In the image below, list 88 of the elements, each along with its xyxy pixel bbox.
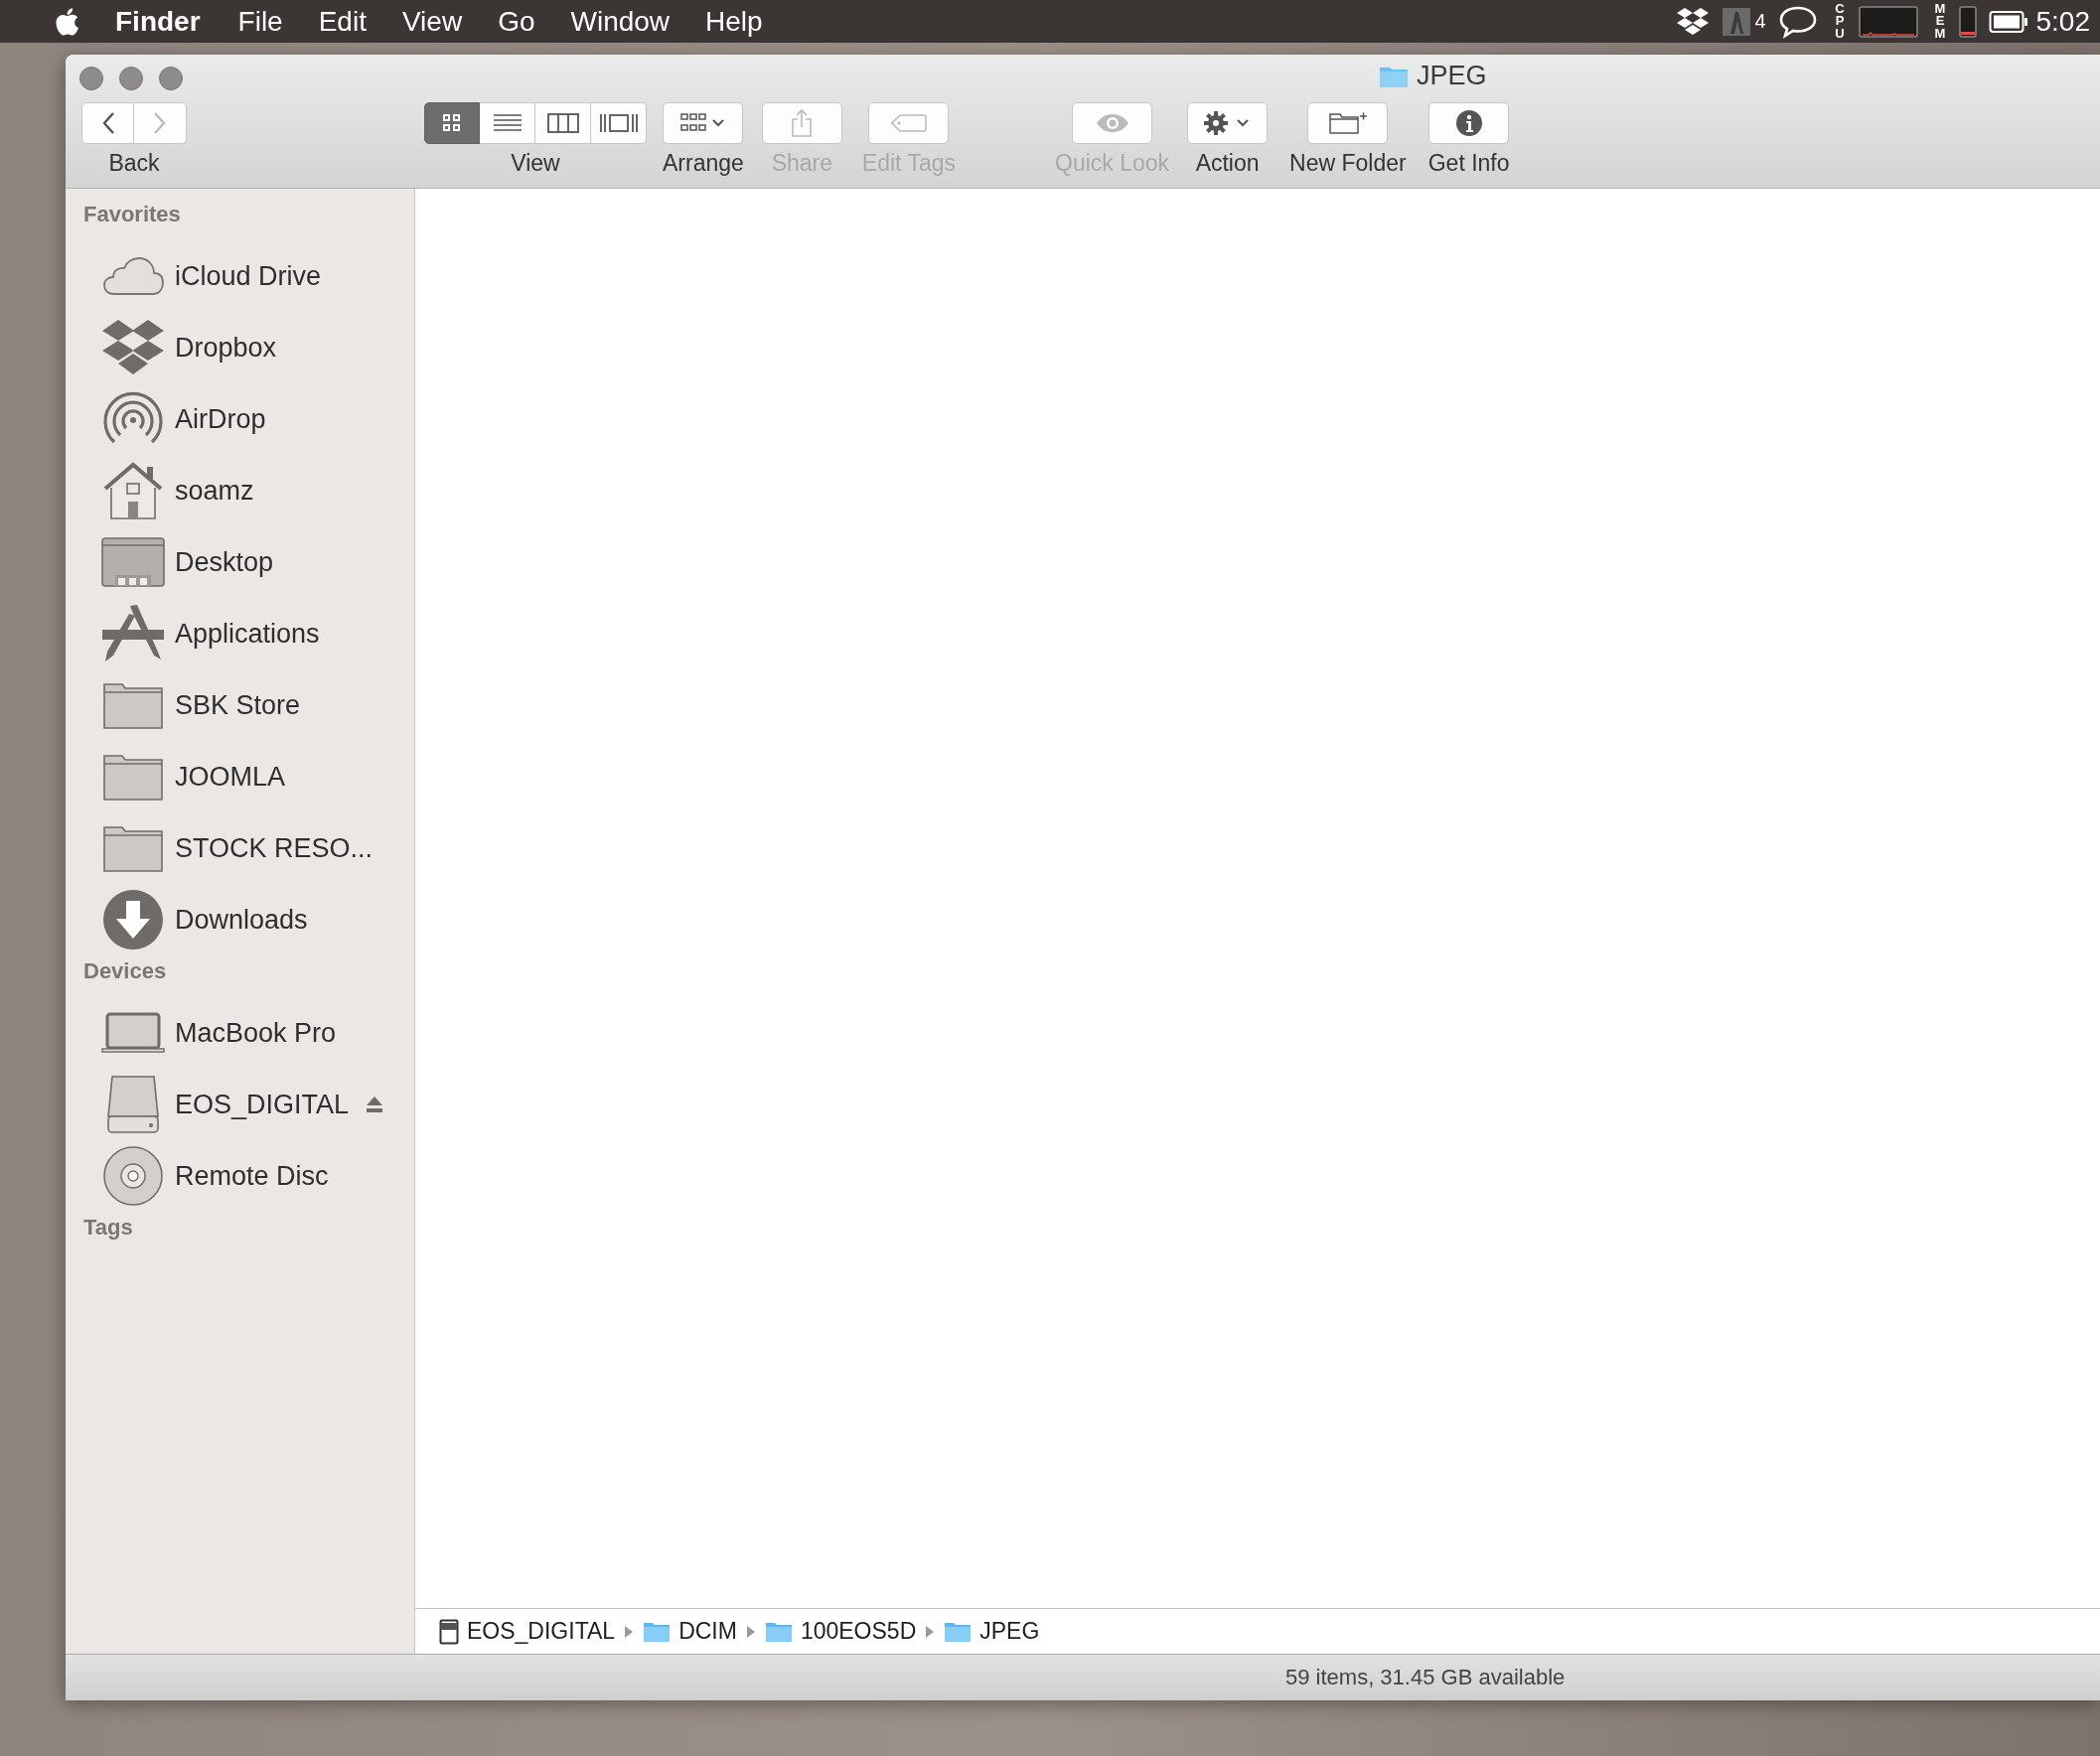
gear-icon <box>1203 110 1252 136</box>
disc-icon <box>102 1145 164 1207</box>
toolbar-button[interactable] <box>663 102 744 144</box>
folder-icon <box>764 1620 793 1643</box>
path-separator-icon <box>625 1625 634 1638</box>
sd-card-icon <box>439 1618 459 1645</box>
cover-flow-icon <box>598 112 639 134</box>
minimize-button[interactable] <box>119 67 143 90</box>
cpu-graph[interactable] <box>1858 5 1918 38</box>
toolbar-label: View <box>511 150 560 177</box>
folder-icon <box>102 824 164 872</box>
sidebar-section-header: Favorites <box>82 201 182 228</box>
toolbar-label: Back <box>108 150 160 177</box>
app-store-icon <box>101 604 165 663</box>
desktop-icon <box>101 537 165 587</box>
view-mode-button[interactable] <box>591 102 647 144</box>
chevron-right-icon <box>153 111 167 135</box>
back-button[interactable] <box>81 102 134 144</box>
path-separator-icon <box>926 1625 935 1638</box>
house-icon <box>102 462 164 519</box>
sidebar-item[interactable]: Desktop <box>175 546 274 578</box>
eye-icon <box>1094 112 1130 134</box>
menu-item[interactable]: File <box>237 5 283 38</box>
menu-item[interactable]: Go <box>498 5 535 38</box>
status-count: 4 <box>1754 10 1766 33</box>
sidebar-item[interactable]: SBK Store <box>175 689 301 721</box>
external-drive-icon <box>104 1075 162 1134</box>
toolbar-label: Arrange <box>663 150 744 177</box>
path-item[interactable]: JPEG <box>979 1618 1040 1645</box>
sidebar-section-header: Tags <box>82 1214 134 1242</box>
window-title: JPEG <box>1417 61 1487 91</box>
folder-icon <box>643 1620 672 1643</box>
download-icon <box>102 889 164 951</box>
view-mode-button[interactable] <box>535 102 591 144</box>
battery-icon[interactable] <box>1988 9 2028 34</box>
sidebar-item[interactable]: STOCK RESO... <box>175 832 374 864</box>
folder-icon <box>944 1620 973 1643</box>
grid-icon <box>442 113 462 133</box>
folder-icon <box>102 753 164 801</box>
menu-item[interactable]: Edit <box>318 5 367 38</box>
menu-item[interactable]: Finder <box>115 5 201 38</box>
menu-item[interactable]: View <box>401 5 463 38</box>
zoom-button[interactable] <box>159 67 183 90</box>
apple-logo-icon[interactable] <box>54 6 79 37</box>
tag-icon <box>890 113 927 133</box>
mem-label: MEM <box>1933 3 1947 40</box>
menu-item[interactable]: Window <box>570 5 671 38</box>
cpu-label: CPU <box>1834 3 1846 40</box>
sidebar-item[interactable]: iCloud Drive <box>175 260 322 292</box>
chevron-left-icon <box>100 111 115 135</box>
speech-bubble-icon[interactable] <box>1777 4 1818 39</box>
folder-icon <box>102 681 164 729</box>
sidebar-item[interactable]: Applications <box>175 618 320 650</box>
eject-icon[interactable] <box>365 1095 384 1114</box>
path-item[interactable]: DCIM <box>678 1618 737 1645</box>
menu-clock[interactable]: 5:02 <box>2035 5 2090 38</box>
close-button[interactable] <box>79 67 103 90</box>
toolbar-label: Action <box>1195 150 1260 177</box>
sidebar-item[interactable]: Dropbox <box>175 332 277 364</box>
sidebar-item[interactable]: Downloads <box>175 904 308 936</box>
memory-meter[interactable] <box>1958 5 1977 38</box>
toolbar-button[interactable] <box>1187 102 1269 144</box>
share-icon <box>791 108 814 138</box>
view-mode-button[interactable] <box>424 102 480 144</box>
sidebar-item[interactable]: EOS_DIGITAL <box>175 1089 350 1120</box>
toolbar-button[interactable] <box>1428 102 1510 144</box>
path-item[interactable]: EOS_DIGITAL <box>467 1618 616 1645</box>
cloud-icon <box>102 256 164 296</box>
menu-item[interactable]: Help <box>705 5 763 38</box>
arrange-grid-icon <box>679 112 726 134</box>
columns-icon <box>546 112 579 134</box>
path-separator-icon <box>746 1625 755 1638</box>
sidebar-item[interactable]: MacBook Pro <box>175 1017 337 1049</box>
sidebar-item[interactable]: Remote Disc <box>175 1160 329 1192</box>
sidebar-item[interactable]: soamz <box>175 475 254 507</box>
info-icon <box>1454 109 1483 137</box>
new-folder-icon <box>1327 110 1368 136</box>
sidebar-item[interactable]: JOOMLA <box>175 761 286 793</box>
status-text: 59 items, 31.45 GB available <box>1285 1665 1566 1690</box>
dropbox-icon <box>101 319 165 376</box>
path-item[interactable]: 100EOS5D <box>800 1618 917 1645</box>
toolbar-button[interactable] <box>1307 102 1389 144</box>
sidebar-item[interactable]: AirDrop <box>175 403 266 435</box>
sidebar-section-header: Devices <box>82 957 168 985</box>
view-mode-button[interactable] <box>480 102 535 144</box>
toolbar-label: New Folder <box>1289 150 1407 177</box>
list-icon <box>492 112 523 134</box>
toolbar-label: Get Info <box>1427 150 1510 177</box>
